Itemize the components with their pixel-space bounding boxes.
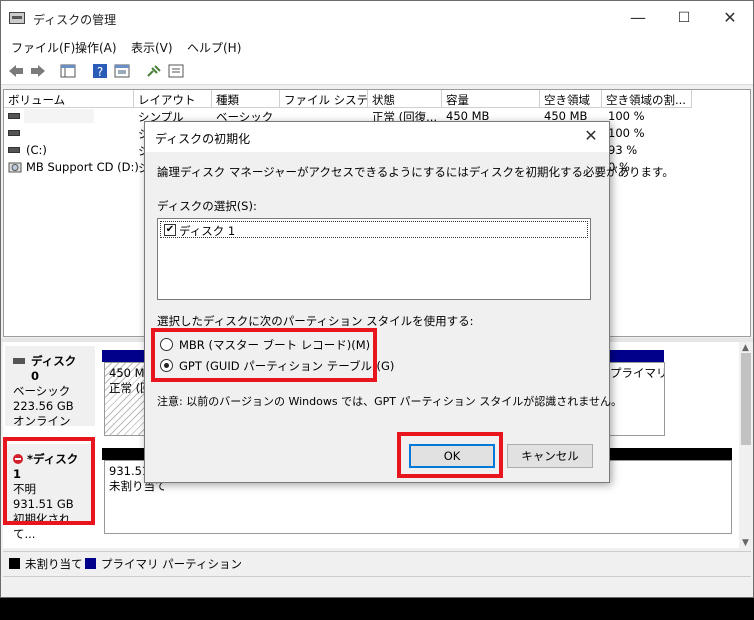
disk0-size: 223.56 GB (13, 399, 74, 413)
ok-button[interactable]: OK (409, 444, 495, 468)
disk1-size: 931.51 GB (13, 497, 74, 511)
col-header-free[interactable]: 空き領域 (540, 90, 602, 108)
mbr-label: MBR (マスター ブート レコード)(M) (179, 338, 371, 352)
scroll-down-arrow-icon[interactable]: ▼ (742, 538, 749, 548)
list-item[interactable]: ✔ ディスク 1 (160, 221, 588, 238)
menu-file[interactable]: ファイル(F) (11, 39, 75, 56)
partition-size: 450 MB (109, 366, 153, 380)
cd-drive-icon (8, 162, 22, 173)
unallocated-swatch (9, 558, 20, 569)
volume-name: MB Support CD (D:) (26, 160, 139, 174)
cancel-button[interactable]: キャンセル (507, 444, 593, 468)
status-bar (3, 576, 751, 596)
back-arrow-icon[interactable] (7, 62, 25, 80)
col-header-capacity[interactable]: 容量 (442, 90, 540, 108)
dialog-title: ディスクの初期化 (155, 132, 251, 146)
disk1-name-row: *ディスク 1 (13, 452, 87, 482)
volume-name: (C:) (26, 143, 47, 157)
disk1-label[interactable]: *ディスク 1 不明 931.51 GB 初期化されて... (5, 444, 95, 541)
legend-bar: 未割り当て プライマリ パーティション (3, 551, 751, 573)
volume-free-percent: 100 % (608, 109, 645, 123)
toolbar: ? (1, 57, 753, 85)
connect-icon[interactable] (145, 62, 163, 80)
gpt-radio-selected-dot (164, 363, 169, 368)
title-bar: ディスクの管理 — ☐ ✕ (1, 1, 753, 35)
gpt-label: GPT (GUID パーティション テーブル)(G) (179, 359, 395, 373)
col-header-free-percent[interactable]: 空き領域の割... (602, 90, 692, 108)
dialog-title-bar: ディスクの初期化 ✕ (145, 122, 609, 152)
forward-arrow-icon[interactable] (29, 62, 47, 80)
disk0-label[interactable]: ディスク 0 ベーシック 223.56 GB オンライン (5, 346, 95, 428)
volume-free-percent: 100 % (608, 126, 645, 140)
disk-icon (13, 358, 25, 364)
partition-status: 正常 (回 (109, 381, 152, 395)
console-tree-icon[interactable] (59, 62, 77, 80)
drive-icon (8, 147, 20, 153)
disk1-type: 不明 (13, 482, 36, 496)
scroll-thumb[interactable] (741, 353, 751, 445)
minimize-button[interactable]: — (615, 1, 661, 35)
disk1-name: *ディスク 1 (13, 452, 79, 481)
mbr-radio[interactable] (160, 338, 173, 351)
svg-text:?: ? (97, 65, 103, 79)
partition-style-label: 選択したディスクに次のパーティション スタイルを使用する: (157, 314, 474, 328)
disk-select-label: ディスクの選択(S): (157, 199, 257, 213)
col-header-filesystem[interactable]: ファイル システム (280, 90, 368, 108)
menu-view[interactable]: 表示(V) (131, 39, 173, 56)
drive-icon (8, 113, 20, 119)
volume-free-percent: 93 % (608, 143, 638, 157)
list-view-icon[interactable] (167, 62, 185, 80)
scroll-up-arrow-icon[interactable]: ▲ (742, 343, 749, 353)
help-icon[interactable]: ? (91, 62, 109, 80)
drive-icon (8, 130, 20, 136)
col-header-layout[interactable]: レイアウト (134, 90, 212, 108)
maximize-button[interactable]: ☐ (661, 1, 707, 35)
volume-name (24, 109, 94, 123)
disk-select-listbox[interactable]: ✔ ディスク 1 (157, 218, 591, 300)
disk-item-label: ディスク 1 (179, 224, 236, 238)
disk0-status: オンライン (13, 414, 71, 428)
menu-action[interactable]: 操作(A) (75, 39, 117, 56)
dialog-note: 注意: 以前のバージョンの Windows では、GPT パーティション スタイ… (157, 395, 622, 408)
menu-help[interactable]: ヘルプ(H) (187, 39, 241, 56)
close-button[interactable]: ✕ (707, 1, 753, 35)
menu-bar: ファイル(F) 操作(A) 表示(V) ヘルプ(H) (1, 35, 753, 57)
legend-unallocated-label: 未割り当て (25, 557, 83, 571)
dialog-close-icon[interactable]: ✕ (581, 126, 601, 145)
dialog-message: 論理ディスク マネージャーがアクセスできるようにするにはディスクを初期化する必要… (157, 165, 674, 179)
col-header-status[interactable]: 状態 (368, 90, 442, 108)
legend-primary-label: プライマリ パーティション (101, 557, 242, 571)
properties-icon[interactable] (113, 62, 131, 80)
initialize-disk-dialog: ディスクの初期化 ✕ 論理ディスク マネージャーがアクセスできるようにするにはデ… (144, 121, 674, 483)
disk-error-icon (13, 454, 23, 464)
partition-status: プライマリ パーティ (610, 366, 665, 380)
disk1-checkbox[interactable]: ✔ (164, 224, 176, 236)
disk-management-app-icon (9, 12, 25, 24)
col-header-volume[interactable]: ボリューム (4, 90, 134, 108)
disk1-status: 初期化されて... (13, 512, 71, 541)
col-header-type[interactable]: 種類 (212, 90, 280, 108)
window-title: ディスクの管理 (33, 13, 117, 27)
primary-partition-swatch (85, 558, 96, 569)
disk0-type: ベーシック (13, 384, 71, 398)
gpt-radio[interactable] (160, 359, 173, 372)
